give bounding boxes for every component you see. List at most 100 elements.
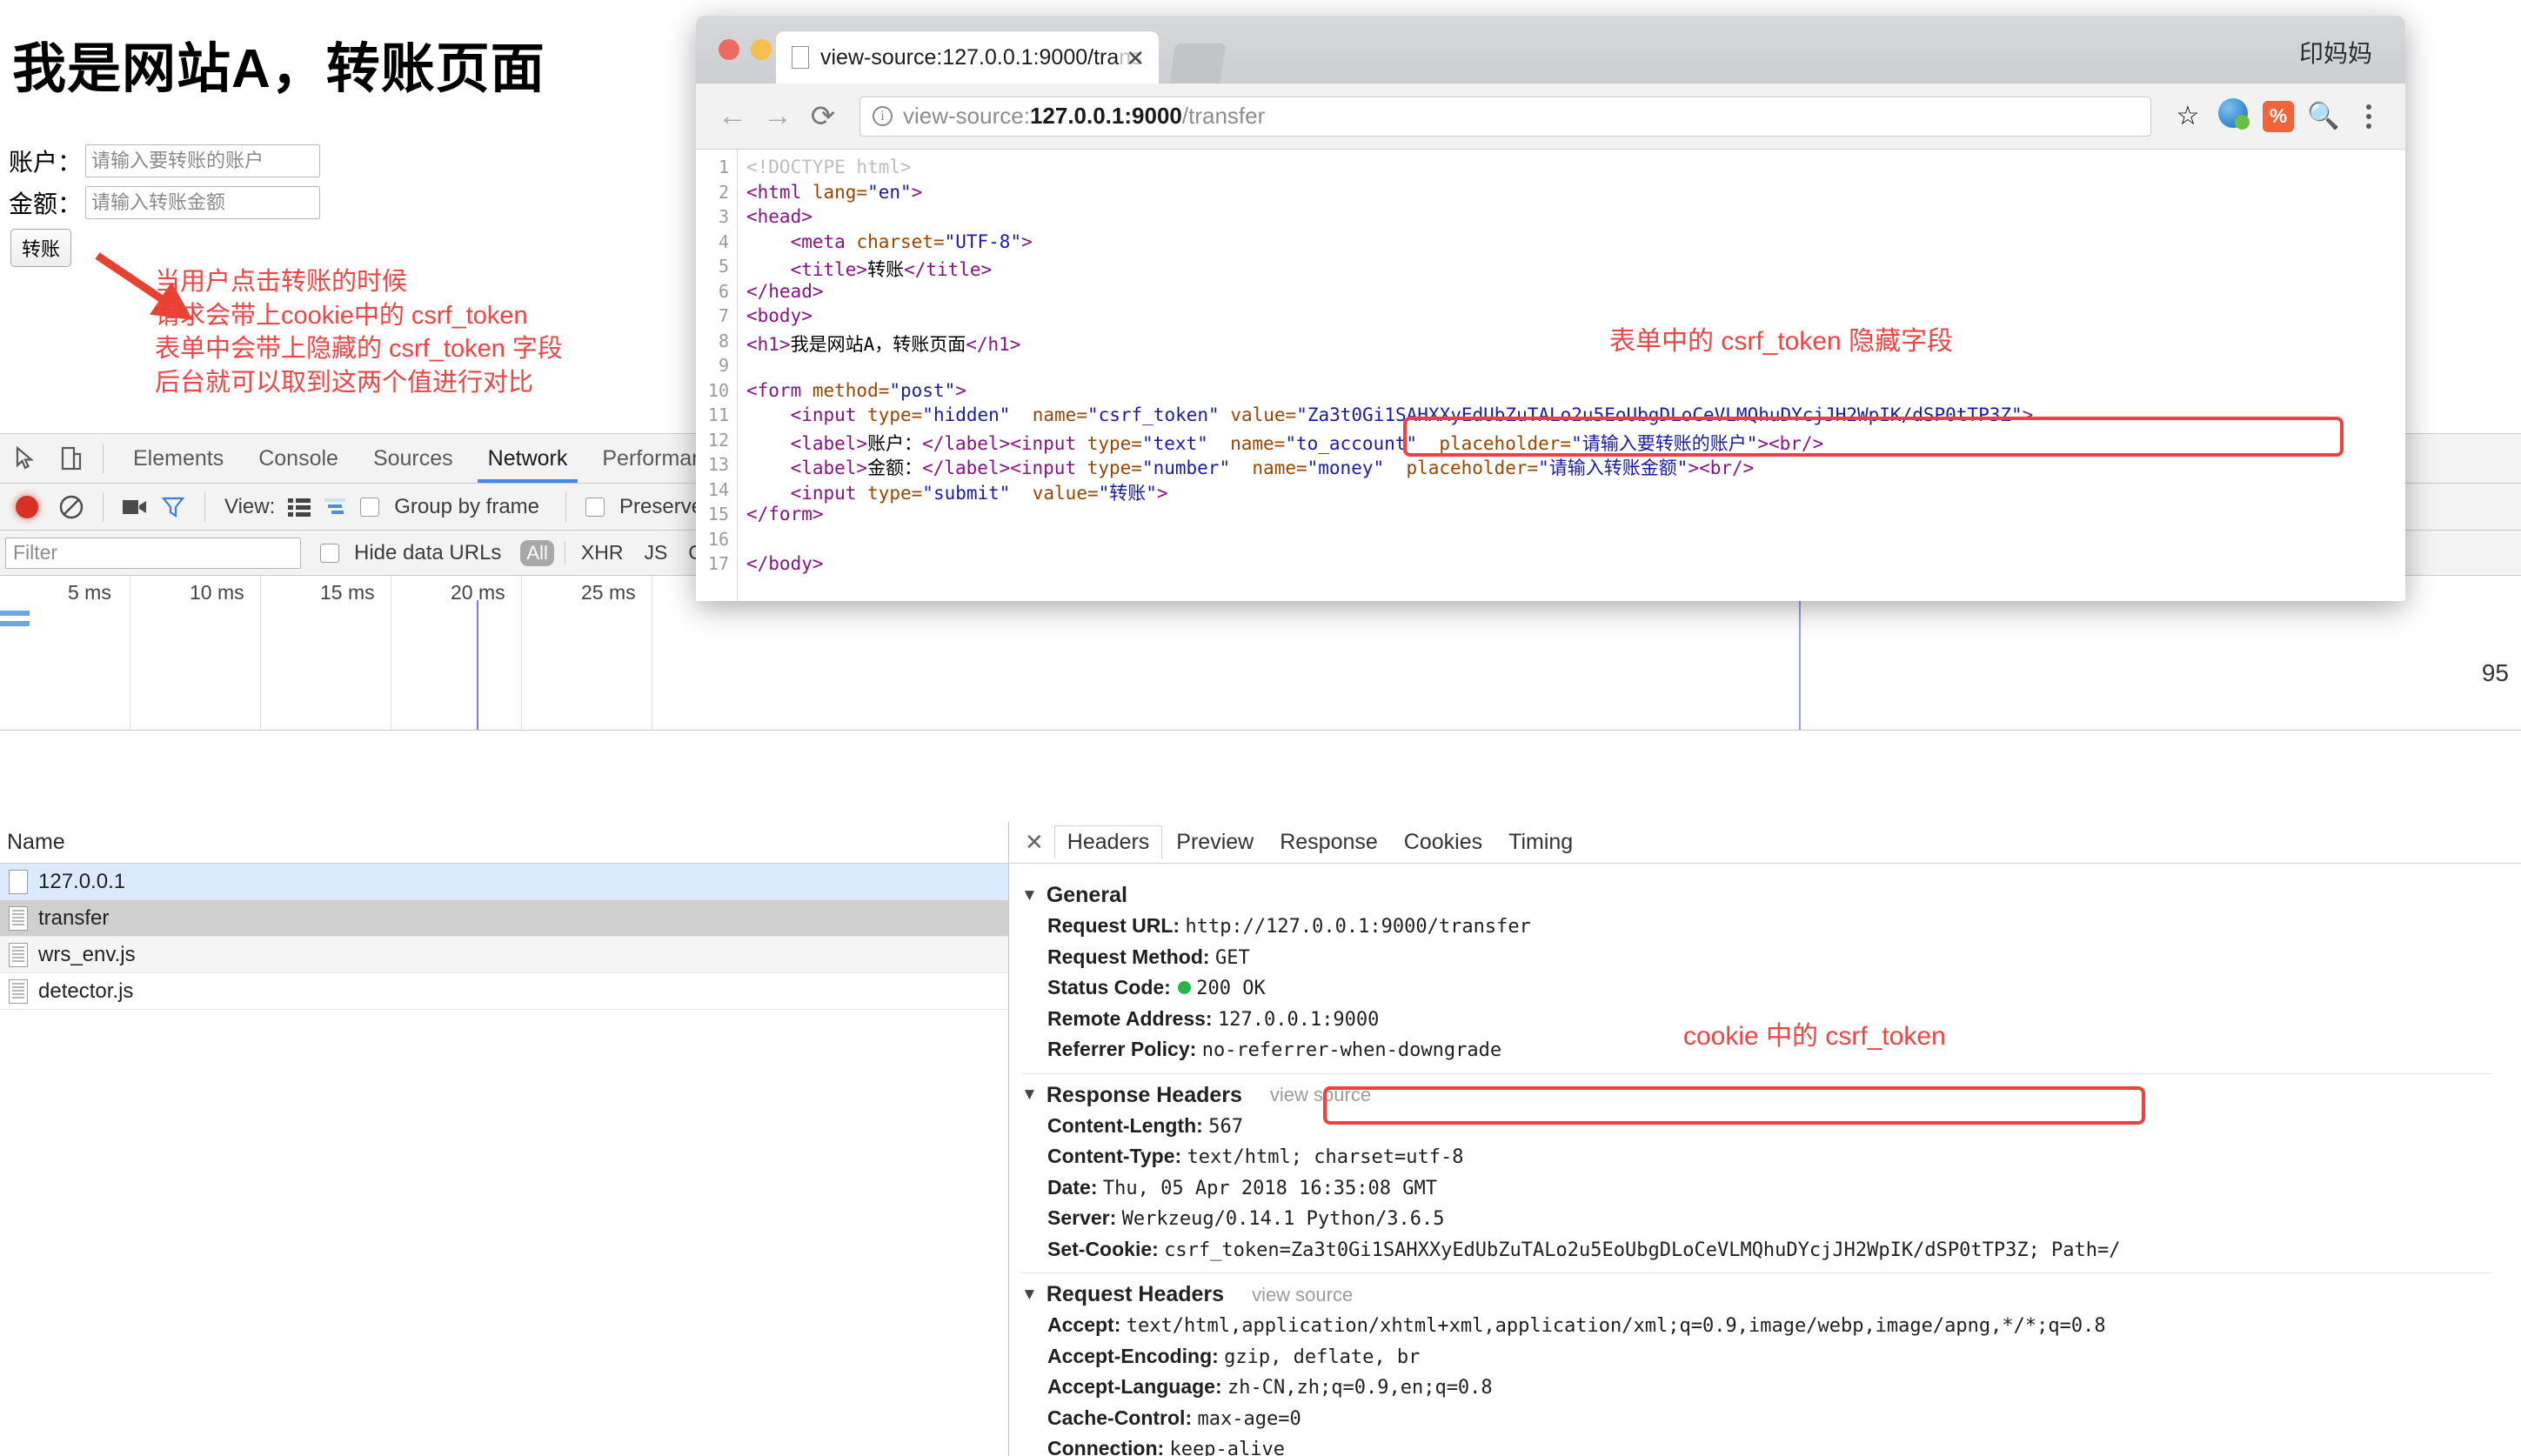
source-code: <html lang="en"> xyxy=(746,181,923,203)
forward-icon[interactable]: → xyxy=(755,99,800,133)
source-line: 10 <form method="post"> xyxy=(696,380,2405,405)
annotation-cookie-token: cookie 中的 csrf_token xyxy=(1683,1022,1946,1051)
group-by-frame-checkbox[interactable]: Group by frame xyxy=(360,495,546,519)
orange-extension-icon[interactable]: % xyxy=(2256,100,2301,132)
filter-type-xhr[interactable]: XHR xyxy=(581,541,624,564)
browser-window: view-source:127.0.0.1:9000/trans ✕ 印妈妈 ←… xyxy=(696,16,2405,601)
browser-account-label[interactable]: 印妈妈 xyxy=(2299,35,2372,70)
source-code: <input type="submit" value="转账"> xyxy=(746,482,1168,504)
omnibox-scheme: view-source: xyxy=(903,103,1030,129)
header-value: gzip, deflate, br xyxy=(1224,1346,1421,1368)
header-value: Werkzeug/0.14.1 Python/3.6.5 xyxy=(1121,1208,1445,1230)
request-name: detector.js xyxy=(38,978,134,1003)
view-source-link[interactable]: view source xyxy=(1270,1084,1371,1106)
header-row: Accept: text/html,application/xhtml+xml,… xyxy=(1047,1312,2521,1339)
preserve-log-checkbox[interactable]: Preserve xyxy=(585,495,710,519)
money-label: 金额： xyxy=(9,190,83,217)
filter-funnel-icon[interactable] xyxy=(154,496,192,518)
tab-headers[interactable]: Headers xyxy=(1053,825,1163,859)
table-row[interactable]: 127.0.0.1 xyxy=(0,864,1008,900)
section-general-header[interactable]: ▼ General xyxy=(1021,883,2521,908)
source-line: 4 <meta charset="UTF-8"> xyxy=(696,231,2405,257)
timeline-event-marker xyxy=(1799,600,1801,730)
close-tab-icon[interactable]: ✕ xyxy=(1126,45,1145,72)
header-key: Content-Length: xyxy=(1047,1113,1203,1137)
line-number: 7 xyxy=(718,305,729,326)
source-line: 11 <input type="hidden" name="csrf_token… xyxy=(696,404,2405,430)
tab-console[interactable]: Console xyxy=(241,434,356,483)
list-view-icon[interactable] xyxy=(282,498,317,517)
source-line: 13 <label>金额：</label><input type="number… xyxy=(696,454,2405,479)
info-icon[interactable]: i xyxy=(873,106,893,126)
header-row: Request Method: GET xyxy=(1047,945,2521,971)
filter-type-js[interactable]: JS xyxy=(644,541,667,564)
table-row[interactable]: detector.js xyxy=(0,973,1008,1010)
section-response-headers-header[interactable]: ▼ Response Headers view source xyxy=(1021,1083,2521,1108)
page-favicon-icon xyxy=(792,46,809,69)
kebab-menu-icon[interactable] xyxy=(2346,104,2391,129)
timeline-tick-5ms: 5 ms xyxy=(68,581,111,604)
filter-input[interactable] xyxy=(5,537,301,569)
view-source-content: 1 <!DOCTYPE html> 2 <html lang="en"> 3 <head>… xyxy=(696,150,2405,601)
hide-data-urls-checkbox[interactable]: Hide data URLs xyxy=(320,541,508,565)
tab-sources[interactable]: Sources xyxy=(356,434,471,483)
capture-screenshots-icon[interactable] xyxy=(116,498,154,517)
table-row[interactable]: wrs_env.js xyxy=(0,937,1008,973)
magnifier-extension-icon[interactable]: 🔍 xyxy=(2301,101,2346,131)
request-list: Name 127.0.0.1 transfer wrs_env.js detec… xyxy=(0,822,1009,1456)
source-line: 5 <title>转账</title> xyxy=(696,256,2405,281)
line-number: 8 xyxy=(718,330,729,351)
record-button-icon[interactable] xyxy=(16,495,38,518)
source-code: <!DOCTYPE html> xyxy=(746,157,912,177)
minimize-window-icon[interactable] xyxy=(751,39,772,60)
filter-type-all[interactable]: All xyxy=(520,539,554,566)
account-input[interactable] xyxy=(85,144,320,177)
source-code: </head> xyxy=(746,280,824,302)
close-window-icon[interactable] xyxy=(719,39,739,60)
view-source-link[interactable]: view source xyxy=(1252,1284,1353,1306)
globe-extension-icon[interactable] xyxy=(2210,97,2256,135)
browser-tab[interactable]: view-source:127.0.0.1:9000/trans ✕ xyxy=(776,31,1159,83)
header-key: Accept-Language: xyxy=(1047,1375,1222,1398)
close-icon[interactable]: ✕ xyxy=(1014,829,1054,856)
waterfall-view-icon[interactable] xyxy=(317,498,353,517)
tab-cookies[interactable]: Cookies xyxy=(1392,826,1495,858)
line-number: 12 xyxy=(707,429,729,451)
document-icon xyxy=(9,869,28,894)
toolbar-divider xyxy=(103,444,104,473)
star-icon[interactable]: ☆ xyxy=(2165,101,2210,131)
source-code: <h1>我是网站A，转账页面</h1> xyxy=(746,333,1021,355)
timeline-tick-10ms: 10 ms xyxy=(190,581,244,604)
source-line: 17 </body> xyxy=(696,553,2405,578)
inspect-element-icon[interactable] xyxy=(7,439,45,478)
back-icon[interactable]: ← xyxy=(710,99,755,133)
page-annotation: 当用户点击转账的时候 请求会带上cookie中的 csrf_token 表单中会… xyxy=(155,268,563,397)
source-line: 1 <!DOCTYPE html> xyxy=(696,157,2405,182)
tab-network[interactable]: Network xyxy=(471,434,585,483)
source-code: </form> xyxy=(746,504,824,524)
money-input[interactable] xyxy=(85,186,320,219)
tab-timing[interactable]: Timing xyxy=(1496,826,1585,858)
tab-elements[interactable]: Elements xyxy=(116,434,241,483)
table-row[interactable]: transfer xyxy=(0,900,1008,937)
section-request-headers-header[interactable]: ▼ Request Headers view source xyxy=(1021,1282,2521,1307)
network-lower-split: Name 127.0.0.1 transfer wrs_env.js detec… xyxy=(0,822,2521,1456)
header-row: Connection: keep-alive xyxy=(1047,1436,2521,1456)
new-tab-button[interactable] xyxy=(1169,43,1227,83)
group-by-frame-label: Group by frame xyxy=(394,494,539,518)
source-line: 15 </form> xyxy=(696,504,2405,529)
reload-icon[interactable]: ⟳ xyxy=(800,99,846,134)
header-key: Request Method: xyxy=(1047,945,1210,968)
tab-response[interactable]: Response xyxy=(1267,826,1390,858)
header-value: Thu, 05 Apr 2018 16:35:08 GMT xyxy=(1102,1177,1438,1199)
source-lines: 1 <!DOCTYPE html> 2 <html lang="en"> 3 <head>… xyxy=(696,157,2405,578)
device-toolbar-icon[interactable] xyxy=(52,439,90,478)
header-value: 567 xyxy=(1208,1115,1243,1138)
clear-icon[interactable] xyxy=(52,494,90,520)
browser-toolbar: ← → ⟳ i view-source:127.0.0.1:9000/trans… xyxy=(696,83,2405,150)
transfer-submit-button[interactable]: 转账 xyxy=(10,229,72,267)
page-title: 我是网站A，转账页面 xyxy=(12,39,545,99)
header-key: Cache-Control: xyxy=(1047,1406,1193,1429)
tab-preview[interactable]: Preview xyxy=(1164,826,1266,858)
address-bar[interactable]: i view-source:127.0.0.1:9000/transfer xyxy=(859,96,2151,137)
